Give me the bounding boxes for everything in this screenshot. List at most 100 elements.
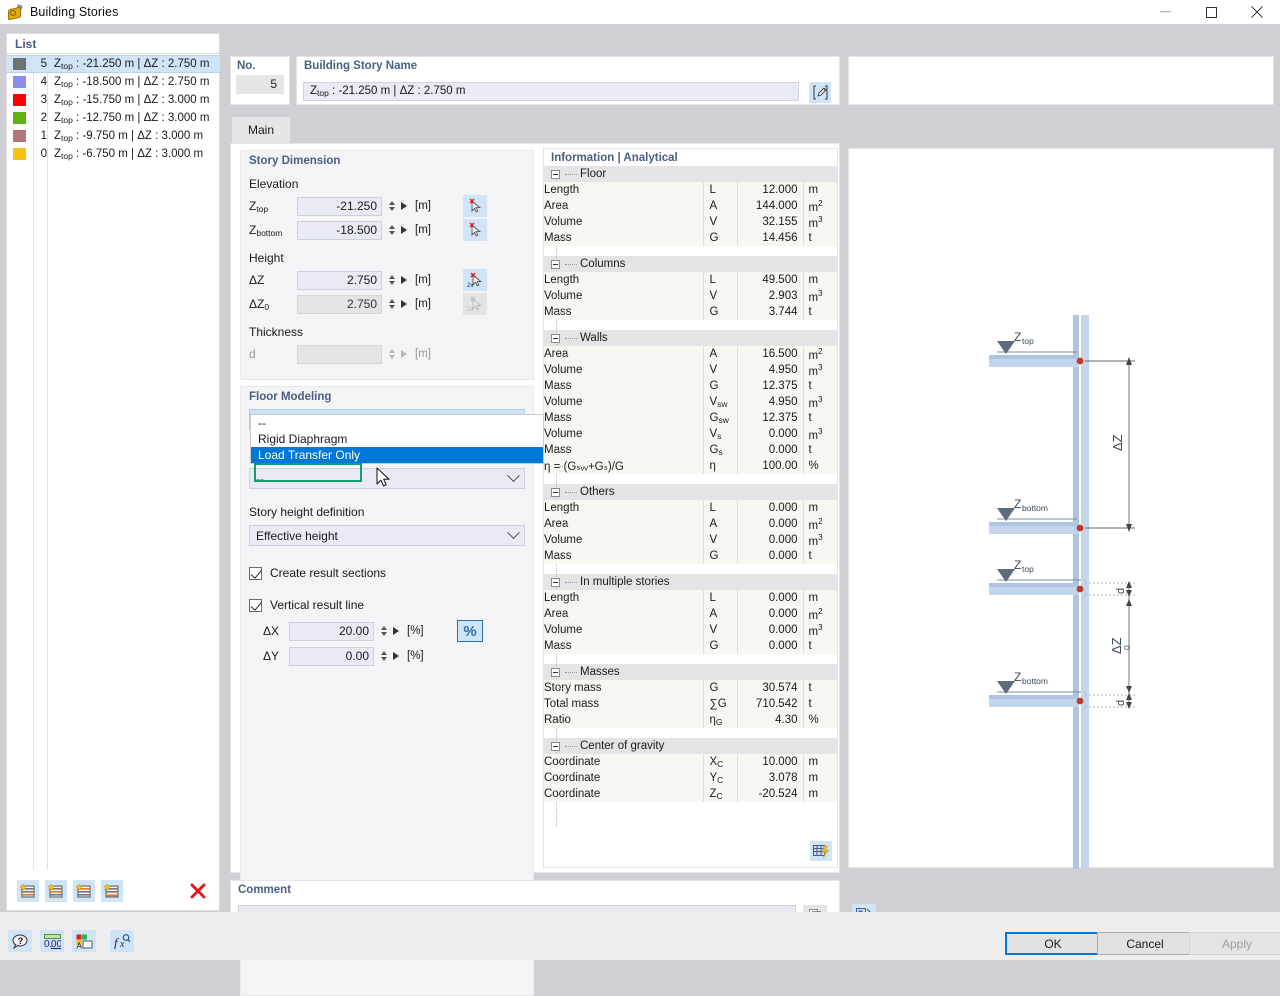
dz0-unit: [m] (415, 298, 431, 310)
dz0-input[interactable]: 2.750 (297, 294, 382, 314)
collapse-icon[interactable] (551, 169, 560, 179)
vertical-result-line-checkbox[interactable]: Vertical result line (249, 598, 533, 612)
list-item[interactable]: 0 Ztop : -6.750 m | ΔZ : 3.000 m (7, 145, 219, 163)
list-item[interactable]: 3 Ztop : -15.750 m | ΔZ : 3.000 m (7, 91, 219, 109)
info-group-label: Center of gravity (580, 740, 665, 752)
story-height-definition-combo[interactable]: Effective height (249, 525, 525, 546)
zbottom-stepper[interactable] (387, 222, 397, 238)
story-name-input[interactable]: Ztop : -21.250 m | ΔZ : 2.750 m (303, 82, 799, 101)
dz-stepper[interactable] (387, 272, 397, 288)
percent-button[interactable]: % (457, 620, 483, 642)
collapse-icon[interactable] (551, 577, 560, 587)
story-number-field[interactable]: 5 (236, 75, 284, 94)
info-row-label: Volume (544, 532, 703, 548)
info-spacer (544, 564, 837, 574)
zbottom-pick-button[interactable] (463, 219, 487, 241)
help-icon[interactable]: ? (8, 930, 32, 952)
new-story-button[interactable] (17, 880, 39, 902)
info-group-row[interactable]: Floor (544, 166, 837, 182)
formula-icon[interactable]: fx (110, 930, 134, 952)
units-icon[interactable]: 0, 00 (40, 930, 64, 952)
info-row-unit: m (802, 272, 837, 288)
ztop-stepper[interactable] (387, 198, 397, 214)
collapse-icon[interactable] (551, 667, 560, 677)
create-result-sections-checkbox[interactable]: Create result sections (249, 566, 533, 580)
dz0-stepper[interactable] (387, 296, 397, 312)
dx-input[interactable]: 20.00 (289, 621, 374, 641)
info-row-unit: t (802, 410, 837, 426)
info-row-value: 0.000 (736, 442, 803, 458)
dy-more-icon[interactable] (393, 652, 399, 660)
svg-text:0: 0 (1122, 645, 1132, 650)
delete-story-button[interactable] (187, 880, 209, 902)
info-row-label: Length (544, 182, 703, 198)
dz-input[interactable]: 2.750 (297, 270, 382, 290)
dz0-more-icon[interactable] (401, 300, 407, 308)
cancel-button[interactable]: Cancel (1097, 932, 1193, 955)
info-group-label: Walls (580, 332, 608, 344)
dx-more-icon[interactable] (393, 627, 399, 635)
floor-modeling-dropdown[interactable]: -- Rigid Diaphragm Load Transfer Only (250, 414, 544, 487)
dy-input[interactable]: 0.00 (289, 646, 374, 666)
collapse-icon[interactable] (551, 487, 560, 497)
edit-name-button[interactable] (809, 82, 831, 103)
zbottom-more-icon[interactable] (401, 226, 407, 234)
app-icon (6, 3, 23, 21)
dz-more-icon[interactable] (401, 276, 407, 284)
info-group-row[interactable]: Walls (544, 330, 837, 346)
info-row-unit: m3 (802, 622, 837, 638)
dx-stepper[interactable] (379, 623, 389, 639)
ztop-more-icon[interactable] (401, 202, 407, 210)
maximize-icon[interactable] (1188, 0, 1234, 24)
info-group-label: In multiple stories (580, 576, 670, 588)
collapse-icon[interactable] (551, 741, 560, 751)
insert-story-above-button[interactable] (45, 880, 67, 902)
info-row-symbol: ∑G (702, 696, 737, 712)
ztop-pick-button[interactable] (463, 195, 487, 217)
info-group-row[interactable]: Masses (544, 664, 837, 680)
info-row-label: Mass (544, 548, 703, 564)
info-group-row[interactable]: Others (544, 484, 837, 500)
dz-pick-button[interactable]: 2x (463, 269, 487, 291)
info-spacer (544, 654, 837, 664)
dropdown-option[interactable]: -- (251, 415, 543, 431)
story-number: 1 (40, 130, 47, 142)
dz-label: ΔZ (249, 273, 265, 287)
display-properties-icon[interactable]: A (72, 930, 96, 952)
info-group-row[interactable]: Columns (544, 256, 837, 272)
ok-button[interactable]: OK (1005, 932, 1101, 955)
ztop-input[interactable]: -21.250 (297, 196, 382, 216)
info-group-row[interactable]: Center of gravity (544, 738, 837, 754)
dropdown-option-selected[interactable]: Load Transfer Only (251, 447, 543, 463)
story-dimension-title: Story Dimension (249, 155, 341, 167)
info-row-unit: m2 (802, 606, 837, 622)
info-row-symbol: G (702, 638, 737, 654)
collapse-icon[interactable] (551, 333, 560, 343)
info-row-value: 3.078 (736, 770, 803, 786)
append-story-button[interactable] (101, 880, 123, 902)
insert-story-below-button[interactable] (73, 880, 95, 902)
height-label: Height (249, 251, 284, 265)
thickness-row: d [m] (249, 343, 533, 365)
list-item[interactable]: 4 Ztop : -18.500 m | ΔZ : 2.750 m (7, 73, 219, 91)
dy-stepper[interactable] (379, 648, 389, 664)
minimize-icon[interactable] (1142, 0, 1188, 24)
tab-main[interactable]: Main (232, 117, 291, 143)
ztop-unit: [m] (415, 200, 431, 212)
story-list[interactable]: 5 Ztop : -21.250 m | ΔZ : 2.750 m 4 Ztop… (7, 55, 220, 870)
list-item[interactable]: 5 Ztop : -21.250 m | ΔZ : 2.750 m (7, 55, 220, 73)
list-item[interactable]: 1 Ztop : -9.750 m | ΔZ : 3.000 m (7, 127, 219, 145)
info-row-symbol: L (702, 272, 737, 288)
story-name-panel: Building Story Name Ztop : -21.250 m | Δ… (296, 56, 840, 105)
collapse-icon[interactable] (551, 259, 560, 269)
info-row: Mass Gsw 12.375 t (544, 410, 837, 426)
list-item[interactable]: 2 Ztop : -12.750 m | ΔZ : 3.000 m (7, 109, 219, 127)
info-row-unit: m (802, 590, 837, 606)
table-export-icon[interactable] (810, 841, 832, 861)
info-group-row[interactable]: In multiple stories (544, 574, 837, 590)
zbottom-input[interactable]: -18.500 (297, 220, 382, 240)
info-row-label: Coordinate (544, 770, 703, 786)
dropdown-option[interactable]: Rigid Diaphragm (251, 431, 543, 447)
floor-modeling-title: Floor Modeling (249, 391, 332, 403)
close-icon[interactable] (1234, 0, 1280, 24)
